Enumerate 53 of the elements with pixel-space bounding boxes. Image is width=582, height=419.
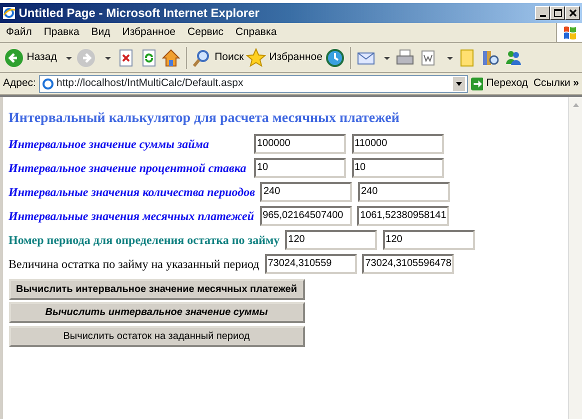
input-field[interactable]: 10 [254,158,346,178]
browser-icon [2,6,16,20]
home-icon[interactable] [161,48,182,68]
input-field[interactable]: 1061,52380958141 [357,206,450,226]
calculate-button[interactable]: Вычислить интервальное значение месячных платежей [8,278,304,300]
search-icon[interactable] [192,48,212,68]
page-icon [42,78,54,90]
links-label[interactable]: Ссылки [533,76,570,92]
input-field[interactable]: 120 [382,230,475,250]
input-field[interactable]: 120 [285,230,378,250]
result-field[interactable]: 73024,310559 [264,254,357,274]
input-field[interactable]: 110000 [352,134,444,154]
input-field[interactable]: 100000 [254,134,346,154]
windows-logo-icon [562,24,576,40]
field-label: Номер периода для определения остатка по займу [8,232,280,249]
menu-item[interactable]: Избранное [116,24,182,40]
menu-item[interactable]: Справка [229,24,283,40]
minimize-icon [540,14,546,17]
window-title: Untitled Page - Microsoft Internet Explorer [18,5,260,22]
calculate-button[interactable]: Вычислить остаток на заданный период [8,326,304,347]
field-label: Интервальные значения месячных платежей [8,208,254,225]
menu-item[interactable]: Сервис [182,24,230,40]
address-field[interactable]: http://localhost/IntMultiCalc/Default.aspx [38,74,468,92]
result-field[interactable]: 73024,3105596478 [362,254,454,274]
star-icon[interactable] [246,48,266,68]
more-links-icon[interactable]: » [573,76,579,92]
input-field[interactable]: 965,02164507400 [260,206,352,226]
maximize-button[interactable] [550,6,565,20]
input-field[interactable]: 240 [260,182,352,202]
menu-item[interactable]: Вид [85,24,116,40]
calculate-button[interactable]: Вычислить интервальное значение суммы [8,302,304,324]
search-button[interactable]: Поиск [214,50,244,66]
field-label: Интервальное значение суммы займа [8,136,210,153]
field-label: Интервальное значение процентной ставка [8,160,248,177]
address-label: Адрес: [3,76,36,91]
menu-item[interactable]: Правка [38,24,86,40]
input-field[interactable]: 240 [358,182,450,202]
favorites-button[interactable]: Избранное [269,50,322,66]
history-icon[interactable] [325,48,346,68]
menu-item[interactable]: Файл [0,24,38,40]
printer-icon[interactable] [395,48,416,68]
go-link[interactable]: Переход [486,76,528,92]
input-field[interactable]: 10 [352,158,444,178]
close-icon [568,8,576,17]
field-label: Интервальные значения количества периодов [8,184,255,201]
back-button[interactable]: Назад [26,50,57,66]
field-label: Величина остатка по займу на указанный период [8,256,260,273]
back-icon[interactable] [4,48,24,68]
go-arrow-icon[interactable] [470,76,484,90]
minimize-button[interactable] [535,6,550,20]
close-button[interactable] [565,6,580,20]
form-heading: Интервальный калькулятор для расчета месячных платежей [8,110,400,128]
maximize-icon [554,8,562,17]
